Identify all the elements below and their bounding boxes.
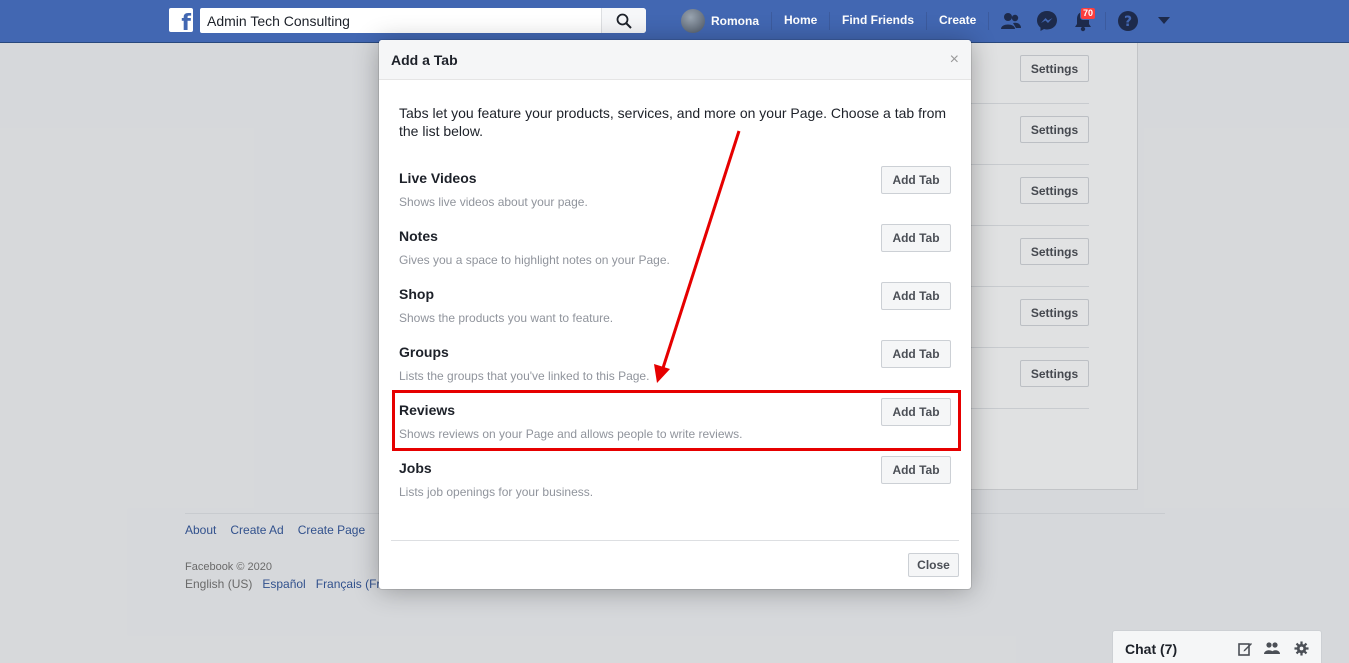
add-tab-button[interactable]: Add Tab (881, 456, 951, 484)
search-button[interactable] (601, 8, 646, 33)
dialog-intro: Tabs let you feature your products, serv… (399, 105, 947, 139)
tab-option-description: Lists job openings for your business. (399, 485, 594, 499)
profile-link[interactable]: Romona (681, 0, 759, 42)
add-tab-button[interactable]: Add Tab (881, 282, 951, 310)
help-icon[interactable]: ? (1116, 9, 1140, 33)
dialog-title: Add a Tab (391, 52, 458, 68)
avatar (681, 9, 705, 33)
nav-divider (1105, 12, 1106, 30)
svg-text:?: ? (1124, 14, 1132, 30)
tab-option-name: Groups (399, 344, 449, 360)
tab-option-name: Live Videos (399, 170, 477, 186)
tab-option-description: Shows the products you want to feature. (399, 311, 614, 325)
tab-option-name: Jobs (399, 460, 432, 476)
nav-find-friends-link[interactable]: Find Friends (842, 13, 914, 27)
chat-label: Chat (7) (1125, 641, 1178, 657)
annotation-highlight-box (392, 390, 961, 451)
notifications-count-badge: 70 (1080, 7, 1097, 20)
tab-option-description: Lists the groups that you've linked to t… (399, 369, 650, 383)
search-box (200, 8, 646, 33)
search-icon (616, 13, 632, 29)
tab-option-live-videos: Live Videos Shows live videos about your… (399, 166, 951, 228)
messenger-icon[interactable] (1035, 9, 1059, 33)
dialog-footer-divider (391, 540, 959, 541)
nav-divider (988, 12, 989, 30)
nav-create-link[interactable]: Create (939, 13, 976, 27)
chat-bar[interactable]: Chat (7) (1112, 630, 1322, 663)
facebook-logo-letter: f (181, 11, 191, 33)
nav-divider (926, 12, 927, 30)
chat-settings-icon[interactable] (1293, 640, 1309, 656)
tab-option-shop: Shop Shows the products you want to feat… (399, 282, 951, 344)
tab-option-name: Shop (399, 286, 434, 302)
add-tab-button[interactable]: Add Tab (881, 166, 951, 194)
add-tab-button[interactable]: Add Tab (881, 224, 951, 252)
close-button[interactable]: Close (908, 553, 959, 577)
tab-option-description: Gives you a space to highlight notes on … (399, 253, 670, 267)
nav-divider (771, 12, 772, 30)
dialog-header: Add a Tab × (379, 40, 971, 80)
add-tab-dialog: Add a Tab × Tabs let you feature your pr… (379, 40, 971, 589)
facebook-logo-icon[interactable]: f (169, 8, 193, 32)
account-menu-icon[interactable] (1152, 9, 1176, 33)
tab-option-description: Shows live videos about your page. (399, 195, 588, 209)
close-icon[interactable]: × (950, 52, 959, 68)
nav-home-link[interactable]: Home (784, 13, 817, 27)
add-tab-button[interactable]: Add Tab (881, 340, 951, 368)
top-navigation-bar: f Romona Home Find Friends Create 70 ? (0, 0, 1349, 43)
friend-requests-icon[interactable] (999, 9, 1023, 33)
tab-option-name: Notes (399, 228, 438, 244)
nav-divider (829, 12, 830, 30)
tab-option-notes: Notes Gives you a space to highlight not… (399, 224, 951, 286)
profile-name: Romona (711, 14, 759, 28)
search-input[interactable] (207, 11, 597, 30)
new-message-icon[interactable] (1237, 640, 1253, 656)
group-chat-icon[interactable] (1264, 640, 1280, 656)
tab-option-jobs: Jobs Lists job openings for your busines… (399, 456, 951, 518)
